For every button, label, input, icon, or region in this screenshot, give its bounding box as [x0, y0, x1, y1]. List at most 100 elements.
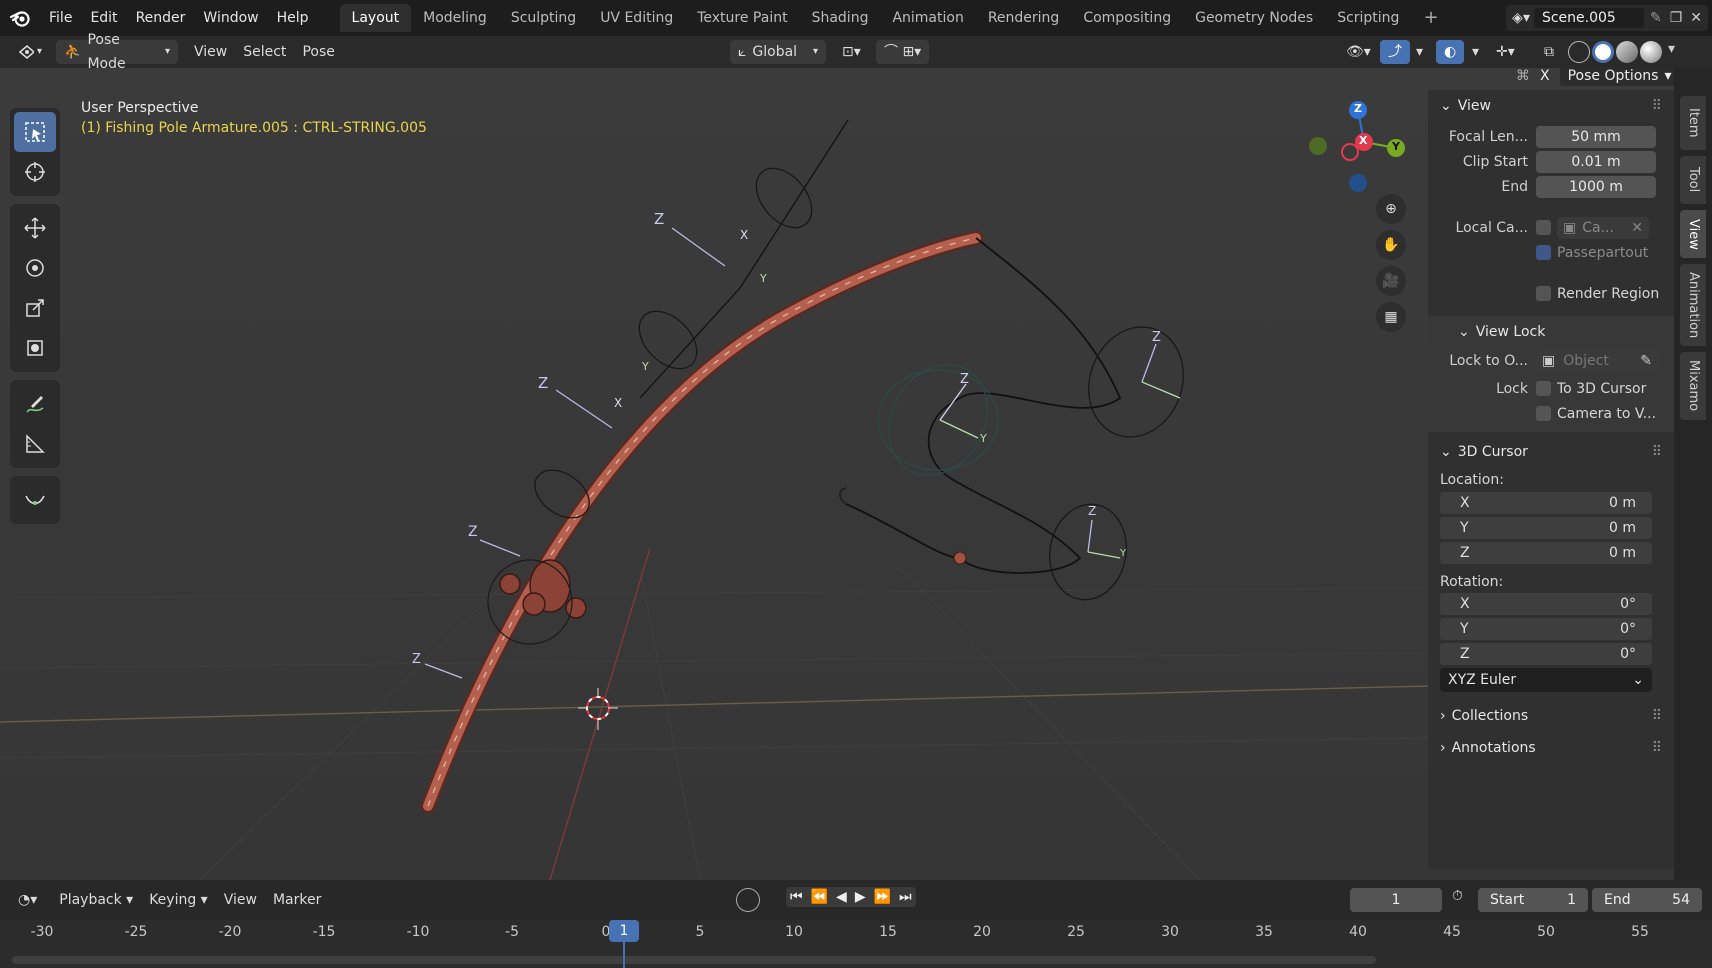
cursor-location-y[interactable]: Y0 m: [1440, 517, 1652, 539]
perspective-toggle-icon[interactable]: ▦: [1376, 302, 1406, 332]
blender-logo-icon[interactable]: [0, 0, 40, 36]
wireframe-shading-icon[interactable]: [1568, 41, 1590, 63]
tab-scripting[interactable]: Scripting: [1325, 4, 1411, 32]
annotations-section-header[interactable]: › Annotations ⠿: [1428, 732, 1674, 764]
menu-window[interactable]: Window: [194, 5, 267, 31]
shading-options-icon[interactable]: ▾: [1668, 41, 1675, 63]
add-workspace-button[interactable]: +: [1411, 4, 1450, 32]
visibility-button[interactable]: 👁▾: [1338, 40, 1379, 64]
play-reverse-icon[interactable]: ◀: [836, 889, 847, 905]
new-scene-icon[interactable]: ❐: [1670, 10, 1683, 26]
overlays-button[interactable]: ◐: [1436, 40, 1465, 64]
play-icon[interactable]: ▶: [855, 889, 866, 905]
local-camera-field[interactable]: ▣ Ca... ✕: [1557, 216, 1649, 239]
timeline-editor-type-button[interactable]: ◔▾: [10, 888, 45, 912]
menu-select[interactable]: Select: [235, 40, 294, 64]
playback-menu[interactable]: Playback ▾: [51, 888, 141, 912]
sidebar-tab-animation[interactable]: Animation: [1680, 264, 1706, 346]
pin-icon[interactable]: ✎: [1650, 10, 1662, 26]
tab-texture-paint[interactable]: Texture Paint: [685, 4, 799, 32]
rotation-mode-dropdown[interactable]: XYZ Euler ⌄: [1440, 668, 1652, 692]
drag-handle-icon[interactable]: ⠿: [1652, 740, 1662, 756]
camera-to-view-checkbox[interactable]: [1536, 406, 1551, 421]
pan-hand-icon[interactable]: ✋: [1376, 230, 1406, 260]
eyedropper-icon[interactable]: ✎: [1640, 353, 1652, 369]
sidebar-tab-mixamo[interactable]: Mixamo: [1680, 352, 1706, 420]
clear-icon[interactable]: ✕: [1631, 220, 1643, 236]
keying-menu[interactable]: Keying ▾: [141, 888, 216, 912]
current-frame-field[interactable]: 1: [1350, 888, 1442, 912]
sidebar-tab-view[interactable]: View: [1680, 210, 1706, 258]
tab-rendering[interactable]: Rendering: [976, 4, 1072, 32]
marker-menu[interactable]: Marker: [265, 888, 329, 912]
pose-breakdown-tool[interactable]: [14, 480, 56, 520]
material-shading-icon[interactable]: [1616, 41, 1638, 63]
jump-end-icon[interactable]: ⏭: [899, 889, 912, 905]
drag-handle-icon[interactable]: ⠿: [1652, 708, 1662, 724]
timeline-view-menu[interactable]: View: [216, 888, 265, 912]
passepartout-checkbox[interactable]: [1536, 245, 1551, 260]
gizmo-options-button[interactable]: ▾: [1408, 40, 1431, 64]
lock-to-object-field[interactable]: ▣ Object ✎: [1536, 349, 1658, 372]
playhead[interactable]: 1: [609, 920, 639, 942]
rendered-shading-icon[interactable]: [1640, 41, 1662, 63]
xray-toggle-button[interactable]: ⧉: [1536, 40, 1562, 64]
scene-selector[interactable]: ◈▾ Scene.005 ✎ ❐ ✕: [1506, 5, 1708, 31]
scale-tool[interactable]: [14, 288, 56, 328]
zoom-icon[interactable]: ⊕: [1376, 194, 1406, 224]
rotate-tool[interactable]: [14, 248, 56, 288]
tab-modeling[interactable]: Modeling: [411, 4, 499, 32]
focal-length-field[interactable]: 50 mm: [1536, 125, 1656, 148]
pivot-point-button[interactable]: ⊡▾: [834, 40, 869, 64]
start-frame-field[interactable]: Start 1: [1478, 888, 1588, 912]
local-camera-checkbox[interactable]: [1536, 220, 1551, 235]
gizmo-toggle-button[interactable]: ⤴: [1380, 40, 1410, 64]
x-mirror-icon[interactable]: ⌘: [1516, 68, 1530, 84]
pose-options-dropdown[interactable]: Pose Options ▾: [1559, 68, 1680, 86]
tab-shading[interactable]: Shading: [800, 4, 881, 32]
auto-keying-button[interactable]: [736, 888, 760, 912]
view-lock-header[interactable]: ⌄ View Lock: [1428, 316, 1674, 348]
measure-tool[interactable]: [14, 424, 56, 464]
menu-help[interactable]: Help: [268, 5, 318, 31]
annotate-tool[interactable]: [14, 384, 56, 424]
collections-section-header[interactable]: › Collections ⠿: [1428, 700, 1674, 732]
camera-view-icon[interactable]: 🎥: [1376, 266, 1406, 296]
orientation-dropdown[interactable]: ⟀ Global ▾: [730, 40, 826, 64]
clip-start-field[interactable]: 0.01 m: [1536, 150, 1656, 173]
3d-viewport[interactable]: X Y Z Z Z Z Z Z Z Z Y Y Y Y X X User Per…: [0, 68, 1712, 880]
menu-pose[interactable]: Pose: [294, 40, 342, 64]
end-frame-field[interactable]: End 54: [1592, 888, 1702, 912]
to-3d-cursor-checkbox[interactable]: [1536, 381, 1551, 396]
view-section-header[interactable]: ⌄ View ⠿: [1428, 90, 1674, 122]
sidebar-tab-item[interactable]: Item: [1680, 96, 1706, 150]
drag-handle-icon[interactable]: ⠿: [1652, 98, 1662, 114]
cursor-tool[interactable]: [14, 152, 56, 192]
sidebar-tab-tool[interactable]: Tool: [1680, 156, 1706, 204]
delete-scene-icon[interactable]: ✕: [1690, 10, 1702, 26]
tab-compositing[interactable]: Compositing: [1071, 4, 1183, 32]
cursor-rotation-x[interactable]: X 0°: [1440, 593, 1652, 615]
snap-button[interactable]: ⌒ ⊞▾: [876, 40, 930, 64]
cursor-rotation-z[interactable]: Z 0°: [1440, 643, 1652, 665]
prev-keyframe-icon[interactable]: ⏪: [811, 889, 828, 905]
menu-view[interactable]: View: [186, 40, 235, 64]
x-mirror-toggle[interactable]: X: [1534, 68, 1556, 85]
clip-end-field[interactable]: 1000 m: [1536, 175, 1656, 198]
bone-overlay-button[interactable]: ✛▾: [1488, 40, 1523, 64]
drag-handle-icon[interactable]: ⠿: [1652, 444, 1662, 460]
menu-file[interactable]: File: [40, 5, 81, 31]
cursor-location-x[interactable]: X0 m: [1440, 492, 1652, 514]
cursor-rotation-y[interactable]: Y 0°: [1440, 618, 1652, 640]
select-box-tool[interactable]: [14, 112, 56, 152]
tab-uv-editing[interactable]: UV Editing: [588, 4, 685, 32]
tab-sculpting[interactable]: Sculpting: [499, 4, 588, 32]
tab-geometry-nodes[interactable]: Geometry Nodes: [1183, 4, 1325, 32]
tab-layout[interactable]: Layout: [339, 4, 412, 32]
overlays-options-button[interactable]: ▾: [1464, 40, 1487, 64]
move-tool[interactable]: [14, 208, 56, 248]
tab-animation[interactable]: Animation: [880, 4, 975, 32]
transform-tool[interactable]: [14, 328, 56, 368]
timeline-scrollbar[interactable]: [12, 956, 1376, 964]
next-keyframe-icon[interactable]: ⏩: [874, 889, 891, 905]
